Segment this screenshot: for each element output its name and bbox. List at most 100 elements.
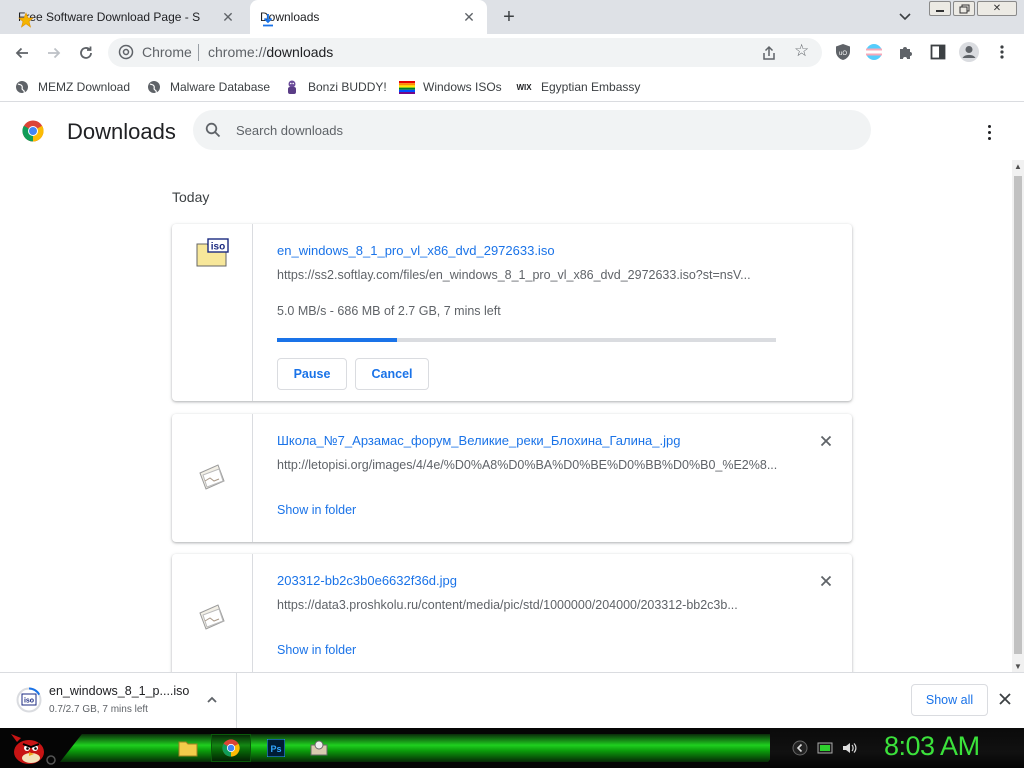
taskbar-app[interactable] xyxy=(299,734,339,762)
url-path: downloads xyxy=(266,44,334,60)
tab-title: Downloads xyxy=(260,10,320,24)
remove-from-list-icon[interactable] xyxy=(818,573,834,589)
image-file-icon xyxy=(196,463,228,495)
chevron-up-icon[interactable] xyxy=(205,693,219,707)
tray-arrow-icon[interactable] xyxy=(792,740,808,756)
svg-text:iso: iso xyxy=(24,698,34,705)
share-icon[interactable] xyxy=(760,44,778,62)
url-scheme: chrome:// xyxy=(208,44,267,60)
bookmark-label: Bonzi BUDDY! xyxy=(308,80,387,94)
search-input[interactable] xyxy=(236,120,836,140)
restore-button[interactable] xyxy=(953,1,975,16)
bookmark-label: Windows ISOs xyxy=(423,80,502,94)
iso-file-icon: iso xyxy=(196,238,229,270)
start-button[interactable] xyxy=(4,728,62,768)
chrome-logo-icon xyxy=(22,120,44,142)
url-text: chrome://downloads xyxy=(208,44,333,60)
bookmark-star-icon[interactable]: ☆ xyxy=(794,41,809,61)
bookmark-windows-isos[interactable]: Windows ISOs xyxy=(399,77,502,97)
file-name-link[interactable]: Школа_№7_Арзамас_форум_Великие_реки_Блох… xyxy=(277,433,680,448)
download-card: 203312-bb2c3b0e6632f36d.jpg https://data… xyxy=(172,554,852,672)
back-button[interactable] xyxy=(10,41,34,65)
site-chip: Chrome xyxy=(142,44,192,60)
bookmark-egyptian-embassy[interactable]: WIX Egyptian Embassy xyxy=(515,77,640,97)
download-card: Школа_№7_Арзамас_форум_Великие_реки_Блох… xyxy=(172,414,852,542)
show-in-folder-link[interactable]: Show in folder xyxy=(277,503,356,517)
close-window-button[interactable]: ✕ xyxy=(977,1,1017,16)
tab-title: Free Software Download Page - S xyxy=(18,10,201,24)
shelf-status: 0.7/2.7 GB, 7 mins left xyxy=(49,704,148,715)
globe-icon xyxy=(14,79,30,95)
forward-button[interactable] xyxy=(42,41,66,65)
globe-icon xyxy=(146,79,162,95)
bookmarks-bar: MEMZ Download Malware Database Bonzi BUD… xyxy=(0,71,1024,102)
download-status: 5.0 MB/s - 686 MB of 2.7 GB, 7 mins left xyxy=(277,304,501,318)
new-tab-button[interactable]: + xyxy=(498,6,520,28)
downloads-header: Downloads xyxy=(0,102,1024,160)
svg-text:iso: iso xyxy=(211,242,225,253)
page-scrollbar[interactable]: ▲ ▼ xyxy=(1012,160,1024,672)
bookmark-label: MEMZ Download xyxy=(38,80,131,94)
scroll-up-arrow-icon[interactable]: ▲ xyxy=(1014,162,1022,171)
close-shelf-icon[interactable] xyxy=(998,692,1014,708)
extensions-puzzle-icon[interactable] xyxy=(895,41,917,63)
wix-icon: WIX xyxy=(516,82,532,92)
star-favicon-icon xyxy=(18,12,34,28)
taskbar-photoshop[interactable]: Ps xyxy=(256,734,296,762)
tab-downloads[interactable]: Downloads ✕ xyxy=(250,0,487,34)
downloads-list: Today iso en_windows_8_1_pro_vl_x86_dvd_… xyxy=(0,160,1012,672)
shelf-file-name: en_windows_8_1_p....iso xyxy=(49,684,190,698)
rainbow-flag-icon xyxy=(399,79,415,95)
bookmark-bonzi[interactable]: Bonzi BUDDY! xyxy=(284,77,387,97)
svg-text:uO: uO xyxy=(839,51,847,57)
svg-text:Ps: Ps xyxy=(270,744,281,754)
more-actions-icon[interactable] xyxy=(979,120,999,144)
taskbar-chrome[interactable] xyxy=(211,734,251,762)
address-bar[interactable]: Chrome chrome://downloads ☆ xyxy=(108,38,822,67)
file-source-url[interactable]: http://letopisi.org/images/4/4e/%D0%A8%D… xyxy=(277,458,777,472)
cancel-button[interactable]: Cancel xyxy=(355,358,429,390)
download-shelf: iso en_windows_8_1_p....iso 0.7/2.7 GB, … xyxy=(0,672,1024,728)
bookmark-malware-db[interactable]: Malware Database xyxy=(146,77,270,97)
download-favicon-icon xyxy=(260,12,276,28)
file-source-url[interactable]: https://ss2.softlay.com/files/en_windows… xyxy=(277,268,777,282)
remove-from-list-icon[interactable] xyxy=(818,433,834,449)
close-tab-icon[interactable]: ✕ xyxy=(461,9,477,25)
scrollbar-thumb[interactable] xyxy=(1014,176,1022,654)
taskbar-clock[interactable]: 8:03 AM xyxy=(884,731,980,762)
download-card: iso en_windows_8_1_pro_vl_x86_dvd_297263… xyxy=(172,224,852,401)
file-name-link[interactable]: en_windows_8_1_pro_vl_x86_dvd_2972633.is… xyxy=(277,243,555,258)
ublock-extension-icon[interactable]: uO xyxy=(832,41,854,63)
bookmark-label: Egyptian Embassy xyxy=(541,80,641,94)
tray-battery-icon[interactable] xyxy=(817,740,833,756)
shelf-download-item[interactable]: iso en_windows_8_1_p....iso 0.7/2.7 GB, … xyxy=(0,673,237,728)
scroll-down-arrow-icon[interactable]: ▼ xyxy=(1014,662,1022,671)
chrome-site-icon xyxy=(118,44,134,60)
tab-free-software[interactable]: Free Software Download Page - S ✕ xyxy=(8,0,246,34)
bookmark-memz[interactable]: MEMZ Download xyxy=(14,77,130,97)
page-title: Downloads xyxy=(67,119,176,144)
minimize-button[interactable] xyxy=(929,1,951,16)
tray-volume-icon[interactable] xyxy=(841,740,857,756)
reload-button[interactable] xyxy=(74,41,98,65)
profile-avatar-icon[interactable] xyxy=(958,41,980,63)
progress-fill xyxy=(277,338,397,342)
taskbar-explorer[interactable] xyxy=(168,734,208,762)
side-panel-icon[interactable] xyxy=(927,41,949,63)
search-downloads-box[interactable] xyxy=(193,110,871,150)
tab-search-chevron-icon[interactable] xyxy=(895,8,915,26)
taskbar: Ps 8:03 AM xyxy=(0,728,1024,768)
pause-button[interactable]: Pause xyxy=(277,358,347,390)
bookmark-label: Malware Database xyxy=(170,80,271,94)
show-in-folder-link[interactable]: Show in folder xyxy=(277,643,356,657)
date-section-heading: Today xyxy=(172,189,210,205)
close-tab-icon[interactable]: ✕ xyxy=(220,9,236,25)
iso-progress-icon: iso xyxy=(16,687,42,713)
flag-extension-icon[interactable] xyxy=(863,41,885,63)
file-name-link[interactable]: 203312-bb2c3b0e6632f36d.jpg xyxy=(277,573,457,588)
bonzi-icon xyxy=(284,79,300,95)
address-separator xyxy=(198,44,199,61)
chrome-menu-icon[interactable] xyxy=(991,41,1013,63)
file-source-url[interactable]: https://data3.proshkolu.ru/content/media… xyxy=(277,598,777,612)
show-all-button[interactable]: Show all xyxy=(911,684,988,716)
